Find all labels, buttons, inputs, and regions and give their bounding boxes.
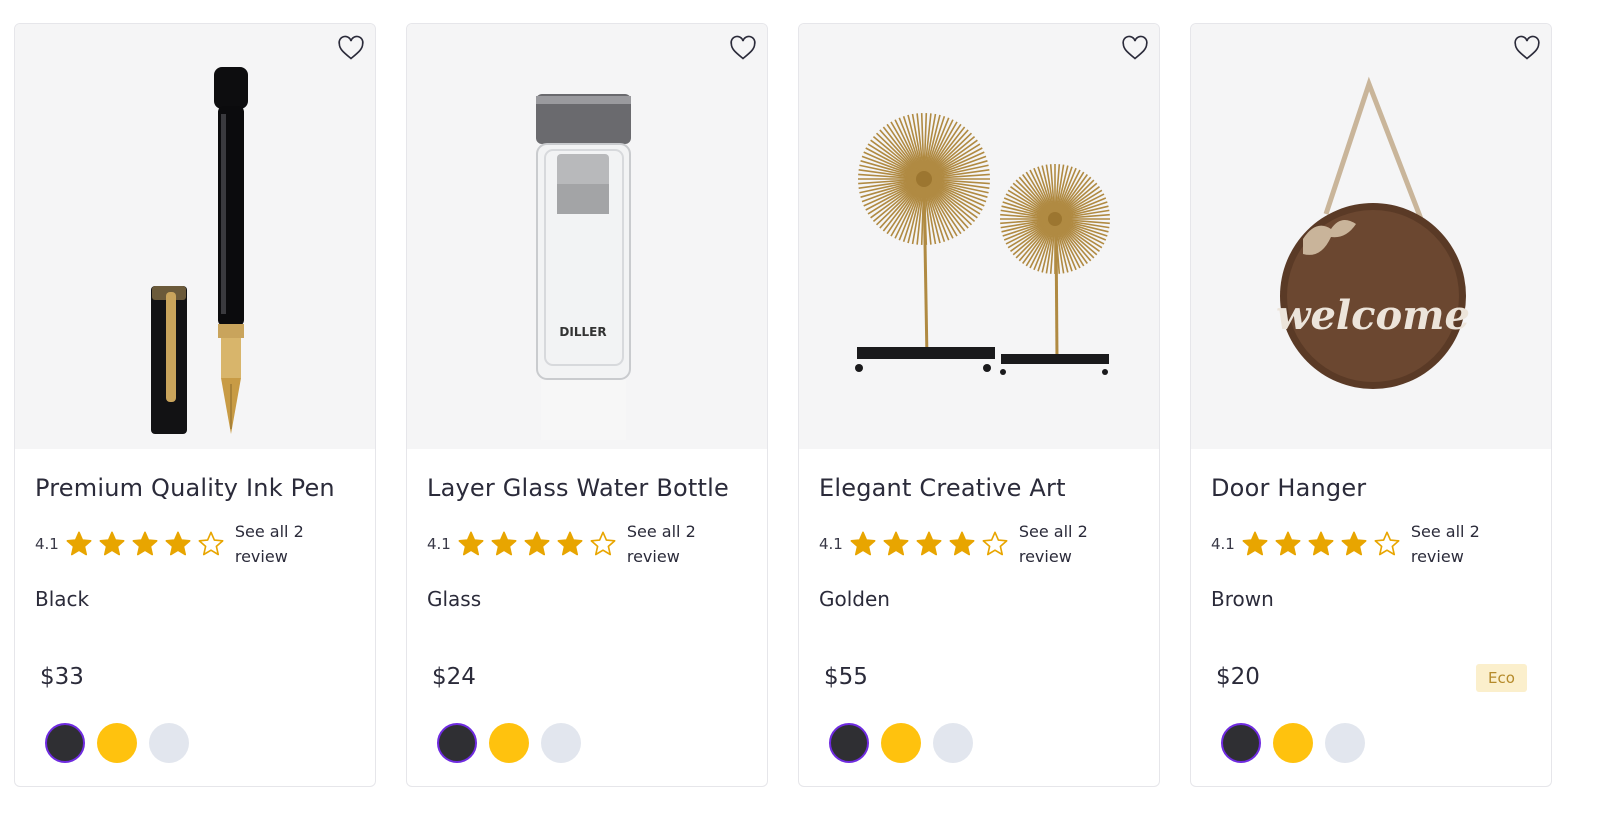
color-swatch[interactable]: [541, 723, 581, 763]
star-filled-icon: [99, 531, 125, 556]
color-swatches: [437, 723, 581, 763]
product-price: $20: [1216, 664, 1260, 690]
color-swatch[interactable]: [149, 723, 189, 763]
color-swatch[interactable]: [1325, 723, 1365, 763]
color-swatches: [1221, 723, 1365, 763]
product-rating: 4.1 See all 2 review: [1211, 519, 1501, 569]
see-reviews-link[interactable]: See all 2 review: [235, 519, 325, 569]
star-filled-icon: [883, 531, 909, 556]
fountain-pen-image: [151, 67, 248, 434]
hanger-welcome-text: welcome: [1276, 292, 1470, 339]
rating-value: 4.1: [819, 535, 843, 553]
product-color: Brown: [1211, 587, 1274, 611]
product-title[interactable]: Door Hanger: [1211, 474, 1366, 502]
sculpture-image: [855, 113, 1110, 375]
product-image-area[interactable]: [15, 24, 375, 449]
product-title[interactable]: Premium Quality Ink Pen: [35, 474, 335, 502]
product-image-area[interactable]: welcome: [1191, 24, 1551, 449]
product-color: Glass: [427, 587, 482, 611]
star-filled-icon: [458, 531, 484, 556]
product-color: Golden: [819, 587, 890, 611]
door-hanger-image: welcome: [1276, 76, 1470, 389]
star-filled-icon: [524, 531, 550, 556]
see-reviews-link[interactable]: See all 2 review: [1019, 519, 1109, 569]
product-rating: 4.1 See all 2 review: [819, 519, 1109, 569]
product-price: $24: [432, 664, 476, 690]
product-color: Black: [35, 587, 90, 611]
product-card[interactable]: Premium Quality Ink Pen 4.1 See all 2 re…: [14, 23, 376, 787]
star-filled-icon: [557, 531, 583, 556]
eco-badge: Eco: [1476, 664, 1527, 692]
product-title[interactable]: Layer Glass Water Bottle: [427, 474, 729, 502]
product-card[interactable]: DILLER Layer Glass Water Bottle 4.1 See …: [406, 23, 768, 787]
bottle-brand-text: DILLER: [559, 325, 606, 339]
color-swatch[interactable]: [881, 723, 921, 763]
color-swatch[interactable]: [933, 723, 973, 763]
product-image-area[interactable]: [799, 24, 1159, 449]
product-card[interactable]: Elegant Creative Art 4.1 See all 2 revie…: [798, 23, 1160, 787]
star-filled-icon: [66, 531, 92, 556]
rating-value: 4.1: [35, 535, 59, 553]
star-filled-icon: [1275, 531, 1301, 556]
glass-bottle-image: DILLER: [536, 94, 631, 440]
color-swatches: [45, 723, 189, 763]
product-grid: Premium Quality Ink Pen 4.1 See all 2 re…: [14, 23, 1552, 787]
star-rating: [65, 530, 225, 558]
favorite-heart-icon[interactable]: [729, 35, 757, 61]
star-filled-icon: [1341, 531, 1367, 556]
star-rating: [457, 530, 617, 558]
product-card[interactable]: welcome Door Hanger 4.1 See all 2 review…: [1190, 23, 1552, 787]
star-filled-icon: [165, 531, 191, 556]
star-rating: [849, 530, 1009, 558]
color-swatch[interactable]: [97, 723, 137, 763]
star-filled-icon: [850, 531, 876, 556]
see-reviews-link[interactable]: See all 2 review: [1411, 519, 1501, 569]
star-empty-icon: [1374, 531, 1400, 556]
star-filled-icon: [1308, 531, 1334, 556]
star-filled-icon: [1242, 531, 1268, 556]
color-swatch[interactable]: [1273, 723, 1313, 763]
star-empty-icon: [982, 531, 1008, 556]
color-swatch[interactable]: [829, 723, 869, 763]
product-image-area[interactable]: DILLER: [407, 24, 767, 449]
star-filled-icon: [949, 531, 975, 556]
favorite-heart-icon[interactable]: [337, 35, 365, 61]
product-title[interactable]: Elegant Creative Art: [819, 474, 1066, 502]
star-empty-icon: [198, 531, 224, 556]
favorite-heart-icon[interactable]: [1513, 35, 1541, 61]
color-swatch[interactable]: [1221, 723, 1261, 763]
product-rating: 4.1 See all 2 review: [427, 519, 717, 569]
color-swatches: [829, 723, 973, 763]
product-price: $55: [824, 664, 868, 690]
color-swatch[interactable]: [45, 723, 85, 763]
star-filled-icon: [916, 531, 942, 556]
rating-value: 4.1: [1211, 535, 1235, 553]
star-rating: [1241, 530, 1401, 558]
see-reviews-link[interactable]: See all 2 review: [627, 519, 717, 569]
star-filled-icon: [491, 531, 517, 556]
product-price: $33: [40, 664, 84, 690]
color-swatch[interactable]: [437, 723, 477, 763]
product-rating: 4.1 See all 2 review: [35, 519, 325, 569]
color-swatch[interactable]: [489, 723, 529, 763]
star-empty-icon: [590, 531, 616, 556]
star-filled-icon: [132, 531, 158, 556]
favorite-heart-icon[interactable]: [1121, 35, 1149, 61]
rating-value: 4.1: [427, 535, 451, 553]
